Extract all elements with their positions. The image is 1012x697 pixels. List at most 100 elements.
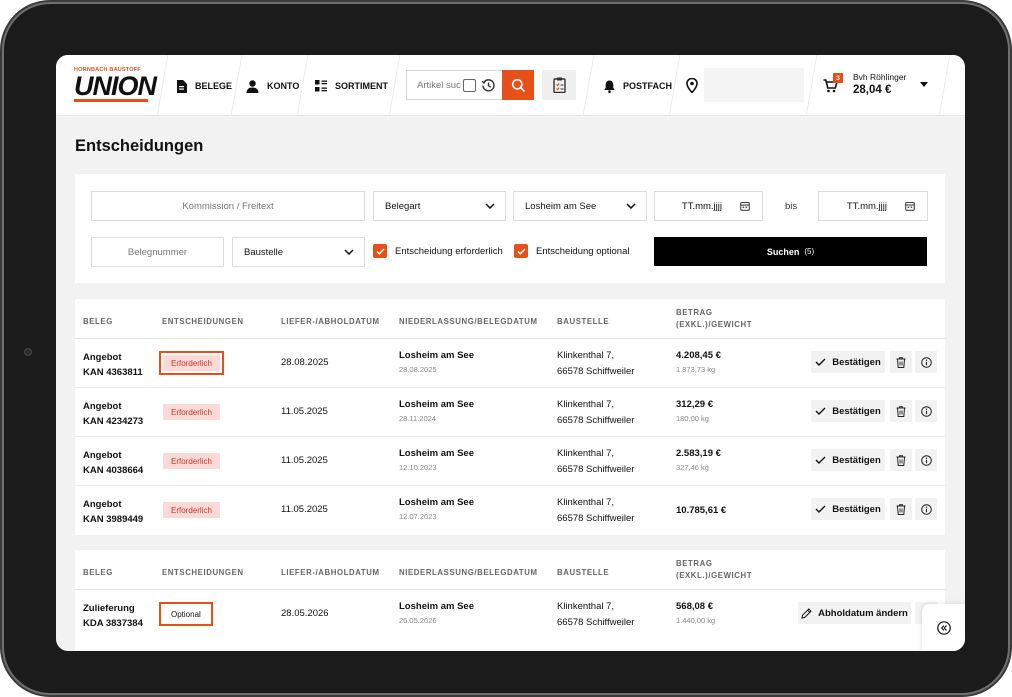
table-row[interactable]: Zulieferung KDA 3837384 Optional 28.05.2…	[75, 590, 945, 639]
col-betrag-line1: BETRAG	[676, 559, 713, 568]
check-icon	[815, 407, 826, 415]
union-logo[interactable]: HORNBACH BAUSTOFF UNION	[74, 67, 157, 105]
belegnummer-input[interactable]: Belegnummer	[91, 237, 224, 267]
info-button[interactable]	[915, 400, 937, 422]
info-icon	[920, 356, 932, 368]
suchen-button[interactable]: Suchen (5)	[654, 237, 927, 266]
belegart-select[interactable]: Belegart	[373, 191, 506, 221]
decisions-table-required: BELEG ENTSCHEIDUNGEN LIEFER-/ABHOLDATUM …	[75, 299, 945, 535]
site-city: 66578 Schiffweiler	[557, 513, 635, 524]
doc-number[interactable]: KAN 4363811	[83, 365, 143, 380]
confirm-button[interactable]: Bestätigen	[811, 400, 885, 422]
change-pickup-date-button[interactable]: Abholdatum ändern	[798, 602, 911, 624]
search-button[interactable]	[502, 70, 534, 100]
bell-icon	[604, 80, 615, 93]
amount-cell: 4.208,45 € 1.873,73 kg	[676, 349, 721, 377]
date-to-input[interactable]: TT.mm.jjjj	[818, 191, 928, 221]
delete-button[interactable]	[890, 351, 912, 373]
col-baustelle: BAUSTELLE	[557, 568, 610, 577]
amount: 2.583,19 €	[676, 448, 721, 459]
table-row[interactable]: Angebot KAN 4038664 Erforderlich 11.05.2…	[75, 437, 945, 486]
baustelle-select[interactable]: Baustelle	[232, 237, 365, 267]
nav-sortiment[interactable]: SORTIMENT	[315, 77, 388, 95]
location-pin-icon[interactable]	[686, 77, 698, 98]
scroll-to-top-button[interactable]	[922, 604, 965, 651]
doc-date: 12.07.2023	[399, 512, 437, 521]
info-icon	[920, 405, 932, 417]
confirm-button-label: Bestätigen	[832, 405, 881, 417]
doc-number[interactable]: KDA 3837384	[83, 616, 143, 631]
weight: 327,46 kg	[676, 463, 709, 472]
table-header: BELEG ENTSCHEIDUNGEN LIEFER-/ABHOLDATUM …	[75, 550, 945, 590]
amount-cell: 312,29 € 180,00 kg	[676, 398, 713, 426]
baustelle-select-label: Baustelle	[244, 246, 284, 258]
chevron-down-icon	[626, 203, 636, 209]
camera-dot	[24, 348, 32, 356]
header-divider	[805, 55, 818, 116]
delete-button[interactable]	[890, 498, 912, 520]
search-checkbox[interactable]	[463, 78, 476, 92]
checkbox-checked-icon[interactable]	[373, 244, 387, 258]
branch-cell: Losheim am See 28.11.2024	[399, 398, 474, 426]
branch-cell: Losheim am See 12.07.2023	[399, 496, 474, 524]
info-icon	[920, 503, 932, 515]
nav-postfach[interactable]: POSTFACH	[604, 77, 672, 95]
chevron-down-icon[interactable]	[920, 82, 928, 87]
col-entscheidungen: ENTSCHEIDUNGEN	[162, 317, 244, 326]
confirm-button[interactable]: Bestätigen	[811, 498, 885, 520]
history-icon[interactable]	[481, 78, 496, 93]
header-divider	[156, 55, 169, 116]
info-button[interactable]	[915, 498, 937, 520]
doc-type: Angebot	[83, 450, 122, 461]
site-street: Klinkenthal 7,	[557, 448, 615, 459]
clipboard-icon	[552, 77, 566, 93]
weight: 180,00 kg	[676, 414, 709, 423]
amount: 10.785,61 €	[676, 505, 727, 516]
nav-konto-label: KONTO	[267, 81, 300, 91]
user-icon	[246, 79, 259, 93]
decisions-table-optional: BELEG ENTSCHEIDUNGEN LIEFER-/ABHOLDATUM …	[75, 550, 945, 651]
search-input[interactable]	[407, 79, 461, 91]
user-balance[interactable]: 28,04 €	[853, 84, 891, 96]
doc-number[interactable]: KAN 4234273	[83, 414, 143, 429]
doc-cell: Angebot KAN 4363811	[83, 350, 143, 380]
table-row[interactable]: Angebot KAN 4363811 Erforderlich 28.08.2…	[75, 339, 945, 388]
kommission-input[interactable]: Kommission / Freitext	[91, 191, 365, 221]
check-icon	[815, 358, 826, 366]
site-cell: Klinkenthal 7, 66578 Schiffweiler	[557, 495, 634, 527]
delete-button[interactable]	[890, 400, 912, 422]
branch-cell: Losheim am See 12.10.2023	[399, 447, 474, 475]
info-button[interactable]	[915, 449, 937, 471]
delivery-date: 28.05.2026	[281, 608, 329, 619]
info-button[interactable]	[915, 351, 937, 373]
change-pickup-date-label: Abholdatum ändern	[818, 607, 908, 619]
nav-konto[interactable]: KONTO	[246, 77, 299, 95]
check-icon	[815, 456, 826, 464]
nav-belege[interactable]: BELEGE	[176, 77, 232, 95]
delivery-date: 11.05.2025	[281, 406, 328, 417]
checkbox-checked-icon[interactable]	[514, 244, 528, 258]
date-from-input[interactable]: TT.mm.jjjj	[654, 191, 763, 221]
confirm-button[interactable]: Bestätigen	[811, 449, 885, 471]
table-row[interactable]: Angebot KAN 3989449 Erforderlich 11.05.2…	[75, 486, 945, 535]
trash-icon	[896, 405, 906, 417]
checkbox-decision-required[interactable]: Entscheidung erforderlich	[373, 244, 503, 258]
branch-name: Losheim am See	[399, 497, 474, 508]
location-selector[interactable]	[704, 68, 804, 102]
status-badge: Erforderlich	[163, 404, 220, 420]
weight: 1.873,73 kg	[676, 365, 716, 374]
doc-number[interactable]: KAN 3989449	[83, 512, 143, 527]
doc-type: Angebot	[83, 499, 122, 510]
status-badge: Erforderlich	[163, 502, 220, 518]
checkbox-decision-optional[interactable]: Entscheidung optional	[514, 244, 630, 258]
shopping-list-button[interactable]	[542, 70, 576, 100]
table-row[interactable]: Angebot KAN 4234273 Erforderlich 11.05.2…	[75, 388, 945, 437]
col-betrag: BETRAG (EXKL.)/GEWICHT	[676, 307, 752, 331]
doc-number[interactable]: KAN 4038664	[83, 463, 143, 478]
col-beleg: BELEG	[83, 317, 113, 326]
site-street: Klinkenthal 7,	[557, 350, 615, 361]
user-name[interactable]: Bvh Röhlinger	[853, 72, 906, 82]
niederlassung-select[interactable]: Losheim am See	[513, 191, 647, 221]
confirm-button[interactable]: Bestätigen	[811, 351, 885, 373]
delete-button[interactable]	[890, 449, 912, 471]
